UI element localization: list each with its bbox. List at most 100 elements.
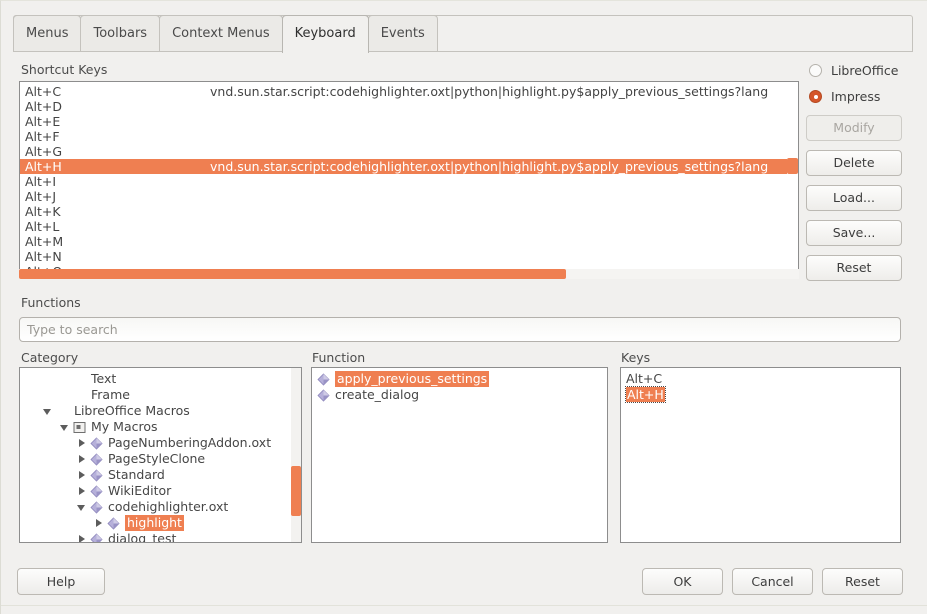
shortcut-key-name: Alt+I — [25, 174, 56, 189]
category-tree-item[interactable]: PageStyleClone — [20, 451, 301, 467]
chevron-right-icon[interactable] — [77, 535, 86, 544]
shortcut-row[interactable]: Alt+F — [20, 129, 798, 144]
category-tree-item-label: codehighlighter.oxt — [108, 499, 228, 515]
category-tree-item[interactable]: Frame — [20, 387, 301, 403]
tab-toolbars-label: Toolbars — [93, 26, 147, 41]
shortcut-row[interactable]: Alt+N — [20, 249, 798, 264]
category-tree-item-label: Frame — [91, 387, 130, 403]
tab-toolbars[interactable]: Toolbars — [80, 15, 160, 51]
shortcut-list-horizontal-scrollbar[interactable] — [19, 269, 799, 279]
shortcut-list-horizontal-thumb[interactable] — [19, 269, 566, 279]
shortcut-command: vnd.sun.star.script:codehighlighter.oxt|… — [210, 159, 768, 174]
category-tree[interactable]: TextFrameLibreOffice MacrosMy MacrosPage… — [19, 367, 302, 543]
keys-list-item[interactable]: Alt+C — [621, 371, 900, 387]
chevron-down-icon[interactable] — [60, 423, 69, 432]
dialog-reset-button[interactable]: Reset — [822, 568, 903, 595]
shortcut-keys-list[interactable]: Alt+Cvnd.sun.star.script:codehighlighter… — [19, 81, 799, 277]
shortcut-key-name: Alt+H — [25, 159, 62, 174]
chevron-down-icon[interactable] — [77, 503, 86, 512]
radio-libreoffice[interactable]: LibreOffice — [809, 63, 898, 78]
macro-module-icon — [90, 533, 103, 544]
spacer-icon — [73, 373, 86, 386]
no-chevron-spacer — [60, 391, 69, 400]
shortcut-row[interactable]: Alt+M — [20, 234, 798, 249]
keys-list[interactable]: Alt+CAlt+H — [620, 367, 901, 543]
chevron-right-icon[interactable] — [77, 439, 86, 448]
shortcut-key-name: Alt+L — [25, 219, 59, 234]
macro-module-icon — [317, 389, 330, 402]
shortcut-list-vertical-thumb[interactable] — [787, 158, 798, 174]
cancel-button[interactable]: Cancel — [732, 568, 813, 595]
shortcut-row[interactable]: Alt+H vnd.sun.star.script:codehighlighter… — [20, 159, 798, 174]
ok-button[interactable]: OK — [642, 568, 723, 595]
shortcut-row[interactable]: Alt+D — [20, 99, 798, 114]
my-macros-library-icon — [73, 421, 86, 434]
shortcut-row[interactable]: Alt+G — [20, 144, 798, 159]
shortcut-command: vnd.sun.star.script:codehighlighter.oxt|… — [210, 84, 768, 99]
delete-button-label: Delete — [833, 155, 874, 170]
shortcut-row[interactable]: Alt+L — [20, 219, 798, 234]
shortcut-key-name: Alt+E — [25, 114, 60, 129]
macro-module-icon — [90, 437, 103, 450]
category-tree-item[interactable]: Text — [20, 371, 301, 387]
tab-keyboard-label: Keyboard — [295, 26, 356, 41]
chevron-right-icon[interactable] — [94, 519, 103, 528]
function-list-item-label: apply_previous_settings — [335, 371, 489, 387]
search-input[interactable]: Type to search — [19, 317, 901, 342]
tab-bar: Menus Toolbars Context Menus Keyboard Ev… — [13, 15, 437, 55]
function-rows-container: apply_previous_settingscreate_dialog — [312, 371, 607, 403]
customize-dialog: Menus Toolbars Context Menus Keyboard Ev… — [0, 0, 927, 614]
chevron-right-icon[interactable] — [77, 455, 86, 464]
tab-keyboard[interactable]: Keyboard — [282, 15, 369, 53]
tab-context-menus-label: Context Menus — [172, 26, 270, 41]
reset-shortcuts-button[interactable]: Reset — [806, 255, 902, 281]
radio-impress[interactable]: Impress — [809, 89, 880, 104]
function-list[interactable]: apply_previous_settingscreate_dialog — [311, 367, 608, 543]
shortcut-row[interactable]: Alt+K — [20, 204, 798, 219]
category-tree-item[interactable]: WikiEditor — [20, 483, 301, 499]
tab-context-menus[interactable]: Context Menus — [159, 15, 283, 51]
shortcut-row[interactable]: Alt+Cvnd.sun.star.script:codehighlighter… — [20, 84, 798, 99]
category-tree-item-label: Standard — [108, 467, 165, 483]
category-vertical-scrollbar[interactable] — [291, 368, 301, 542]
modify-button-label: Modify — [833, 120, 874, 135]
radio-libreoffice-indicator[interactable] — [809, 64, 822, 77]
category-tree-item[interactable]: dialog_test — [20, 531, 301, 543]
radio-impress-indicator[interactable] — [809, 90, 822, 103]
macro-module-icon — [90, 469, 103, 482]
macro-module-icon — [317, 373, 330, 386]
shortcut-row[interactable]: Alt+J — [20, 189, 798, 204]
load-button[interactable]: Load... — [806, 185, 902, 211]
delete-button[interactable]: Delete — [806, 150, 902, 176]
shortcut-list-vertical-scrollbar[interactable] — [787, 82, 798, 276]
macro-module-icon — [90, 485, 103, 498]
shortcut-row[interactable]: Alt+E — [20, 114, 798, 129]
category-tree-item[interactable]: Standard — [20, 467, 301, 483]
function-list-item[interactable]: apply_previous_settings — [312, 371, 607, 387]
modify-button[interactable]: Modify — [806, 115, 902, 141]
save-button[interactable]: Save... — [806, 220, 902, 246]
shortcut-row[interactable]: Alt+I — [20, 174, 798, 189]
category-vertical-thumb[interactable] — [291, 466, 301, 516]
help-button[interactable]: Help — [17, 568, 105, 595]
chevron-right-icon[interactable] — [77, 471, 86, 480]
category-tree-item-label: highlight — [125, 515, 184, 531]
function-list-item[interactable]: create_dialog — [312, 387, 607, 403]
category-tree-item-label: My Macros — [91, 419, 158, 435]
category-tree-item[interactable]: highlight — [20, 515, 301, 531]
keys-list-item[interactable]: Alt+H — [621, 387, 900, 403]
chevron-right-icon[interactable] — [77, 487, 86, 496]
functions-label: Functions — [21, 295, 81, 310]
category-tree-item[interactable]: PageNumberingAddon.oxt — [20, 435, 301, 451]
tab-events[interactable]: Events — [368, 15, 438, 51]
category-tree-item[interactable]: My Macros — [20, 419, 301, 435]
tab-events-label: Events — [381, 26, 425, 41]
category-tree-item[interactable]: LibreOffice Macros — [20, 403, 301, 419]
tab-menus[interactable]: Menus — [13, 15, 81, 51]
shortcut-keys-label: Shortcut Keys — [21, 62, 107, 77]
category-tree-item[interactable]: codehighlighter.oxt — [20, 499, 301, 515]
chevron-down-icon[interactable] — [43, 407, 52, 416]
category-tree-item-label: Text — [91, 371, 116, 387]
tab-menus-label: Menus — [26, 26, 68, 41]
category-rows-container: TextFrameLibreOffice MacrosMy MacrosPage… — [20, 371, 301, 543]
